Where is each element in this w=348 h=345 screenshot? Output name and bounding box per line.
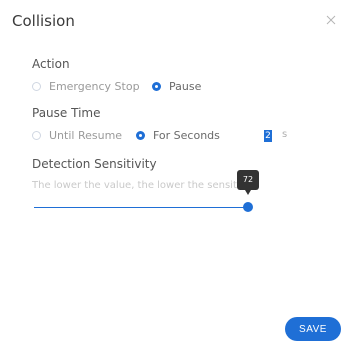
option-label: Emergency Stop	[49, 80, 140, 93]
sensitivity-slider-track[interactable]	[34, 207, 248, 208]
seconds-input[interactable]: 2	[264, 130, 272, 142]
option-label: For Seconds	[153, 129, 220, 142]
radio-icon	[32, 82, 41, 91]
dialog-title: Collision	[12, 12, 75, 30]
collision-dialog: Collision Action Emergency Stop Pause Pa…	[0, 0, 348, 345]
option-label: Until Resume	[49, 129, 123, 142]
pause-option-for-seconds[interactable]: For Seconds	[136, 129, 220, 142]
radio-icon	[32, 131, 41, 140]
close-icon[interactable]	[324, 12, 338, 26]
action-option-emergency-stop[interactable]: Emergency Stop	[32, 80, 140, 93]
slider-value-tooltip: 72	[237, 170, 259, 195]
option-label: Pause	[169, 80, 202, 93]
sensitivity-hint: The lower the value, the lower the sensi…	[32, 180, 259, 191]
action-option-pause[interactable]: Pause	[152, 80, 201, 93]
radio-checked-icon	[136, 131, 145, 140]
sensitivity-label: Detection Sensitivity	[32, 157, 157, 171]
seconds-unit: s	[282, 129, 288, 140]
sensitivity-slider-thumb[interactable]	[243, 202, 253, 212]
save-button[interactable]: SAVE	[285, 317, 341, 341]
pause-time-label: Pause Time	[32, 106, 101, 120]
radio-checked-icon	[152, 82, 161, 91]
action-label: Action	[32, 57, 70, 71]
pause-option-until-resume[interactable]: Until Resume	[32, 129, 122, 142]
